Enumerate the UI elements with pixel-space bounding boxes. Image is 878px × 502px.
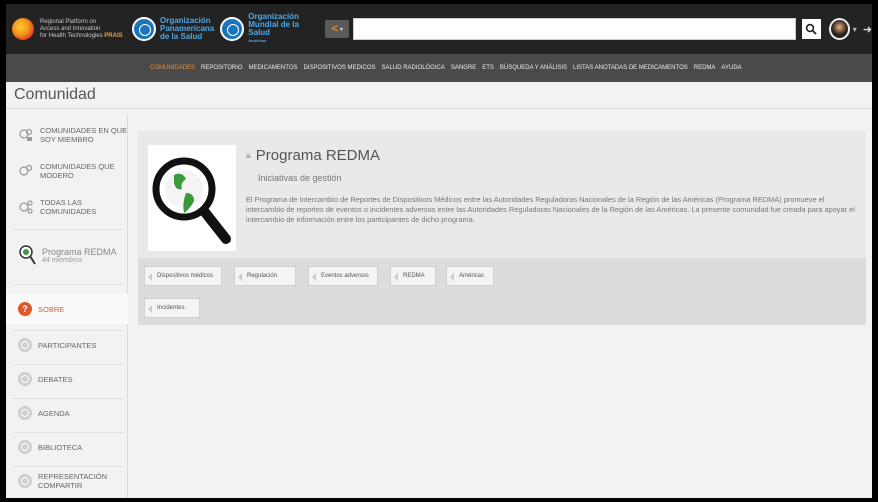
sidebar-item-compartir[interactable]: REPRESENTACIÓN COMPARTIR (6, 472, 128, 490)
sidebar-item-moderated[interactable]: COMUNIDADES QUE MODERO (6, 162, 128, 180)
chevron-down-icon[interactable]: ▾ (853, 25, 857, 34)
who-sub: Américas (248, 38, 267, 43)
community-members: 44 miembros (42, 256, 83, 264)
share-icon: < (331, 23, 338, 35)
sidebar-item-label: PARTICIPANTES (38, 340, 97, 350)
sidebar-item-label: SOBRE (38, 304, 65, 314)
divider (14, 398, 124, 399)
brand-text: Regional Platform on Access and Innovati… (40, 19, 128, 40)
sidebar-item-label: COMUNIDADES EN QUE SOY MIEMBRO (40, 126, 128, 144)
nav-item-redma[interactable]: REDMA (694, 65, 716, 71)
prais-brand[interactable]: Regional Platform on Access and Innovati… (6, 4, 128, 54)
sidebar-item-debates[interactable]: DEBATES (6, 372, 128, 386)
nav-item-repositorio[interactable]: REPOSITORIO (201, 65, 243, 71)
sidebar-item-label: AGENDA (38, 408, 70, 418)
tag-redma[interactable]: REDMA (390, 266, 436, 286)
who-logo[interactable]: Organización Mundial de la Salud América… (220, 13, 317, 45)
sidebar-item-my-communities[interactable]: COMUNIDADES EN QUE SOY MIEMBRO (6, 126, 128, 144)
who-name-line: Mundial de la Salud (248, 20, 299, 37)
tag-regulacion[interactable]: Regulación (234, 266, 296, 286)
divider (14, 466, 124, 467)
who-name: Organización Mundial de la Salud América… (248, 13, 317, 45)
nav-item-salud-radiologica[interactable]: SALUD RADIOLÓGICA (382, 65, 445, 71)
page-title: Comunidad (14, 86, 96, 103)
divider (6, 108, 872, 109)
paho-name-line: de la Salud (160, 32, 203, 41)
sidebar-item-label: DEBATES (38, 374, 73, 384)
sidebar-item-biblioteca[interactable]: BIBLIOTECA (6, 440, 128, 454)
nav-item-medicamentos[interactable]: MEDICAMENTOS (249, 65, 298, 71)
community-info: Programa REDMA 44 miembros (42, 247, 117, 264)
share-button[interactable]: < ▾ (324, 20, 350, 38)
search-input[interactable] (353, 18, 796, 40)
search-icon (806, 23, 818, 35)
debates-icon (18, 372, 32, 386)
divider (14, 364, 124, 365)
avatar[interactable] (828, 18, 850, 40)
communities-icon (19, 200, 33, 214)
sidebar-item-label: TODAS LAS COMUNIDADES (40, 198, 97, 216)
lock-icon: 🔒︎ (246, 150, 251, 160)
question-icon: ? (18, 302, 32, 316)
sidebar-item-label: COMUNIDADES QUE MODERO (40, 162, 115, 180)
tag-incidentes[interactable]: Incidentes. (144, 298, 200, 318)
divider (14, 330, 124, 331)
community-subtitle: Iniciativas de gestión (258, 173, 342, 183)
sidebar-item-all-communities[interactable]: TODAS LAS COMUNIDADES (6, 198, 128, 216)
main-nav: COMUNIDADES REPOSITORIO MEDICAMENTOS DIS… (6, 54, 872, 82)
community-card: 🔒︎ Programa REDMA Iniciativas de gestión… (138, 131, 866, 325)
sidebar-item-label: REPRESENTACIÓN COMPARTIR (38, 472, 108, 490)
sidebar-community-redma[interactable]: Programa REDMA 44 miembros (6, 244, 128, 266)
sidebar: COMUNIDADES EN QUE SOY MIEMBRO COMUNIDAD… (6, 114, 128, 498)
community-title: 🔒︎ Programa REDMA (246, 147, 380, 164)
sidebar-item-sobre[interactable]: ? SOBRE (6, 294, 128, 324)
magnifier-globe-icon (19, 245, 36, 265)
paho-name: Organización Panamericana de la Salud (160, 17, 214, 41)
tag-dispositivos[interactable]: Dispositivos médicos (144, 266, 222, 286)
search-button[interactable] (802, 19, 821, 39)
brand-line-1: Regional Platform on (40, 18, 97, 25)
prais-logo-icon (12, 18, 34, 40)
community-title-text: Programa REDMA (255, 147, 380, 164)
logout-icon[interactable]: ➜ (863, 23, 872, 36)
brand-line-2: Access and Innovation (40, 25, 101, 32)
divider (14, 229, 124, 230)
community-description: El Programa de Intercambio de Reportes d… (246, 195, 855, 224)
tag-eventos[interactable]: Eventos adversos (308, 266, 378, 286)
magnifier-globe-icon (152, 157, 231, 244)
community-name: Programa REDMA (42, 246, 117, 257)
nav-item-sangre[interactable]: SANGRE (451, 65, 476, 71)
communities-icon (19, 164, 33, 176)
community-image (148, 145, 236, 251)
library-icon (18, 440, 32, 454)
divider (14, 432, 124, 433)
participants-icon (18, 338, 32, 352)
nav-item-ayuda[interactable]: AYUDA (721, 65, 741, 71)
nav-item-ets[interactable]: ETS (482, 65, 494, 71)
nav-item-busqueda[interactable]: BÚSQUEDA Y ANÁLISIS (500, 65, 567, 71)
sidebar-item-agenda[interactable]: AGENDA (6, 406, 128, 420)
tag-list: Dispositivos médicos Regulación Eventos … (138, 258, 866, 325)
paho-emblem-icon (132, 17, 156, 41)
nav-item-comunidades[interactable]: COMUNIDADES (150, 65, 195, 71)
who-emblem-icon (220, 17, 245, 41)
nav-item-listas[interactable]: LISTAS ANOTADAS DE MEDICAMENTOS (573, 65, 688, 71)
share-icon (18, 474, 32, 488)
brand-line-3: for Health Technologies (40, 32, 103, 39)
calendar-icon (18, 406, 32, 420)
paho-logo[interactable]: Organización Panamericana de la Salud (132, 17, 214, 41)
tag-americas[interactable]: Américas (446, 266, 494, 286)
communities-icon (19, 128, 33, 141)
top-bar: Regional Platform on Access and Innovati… (6, 4, 872, 54)
brand-plus: PRAIS (104, 32, 123, 39)
nav-item-dispositivos[interactable]: DISPOSITIVOS MEDICOS (304, 65, 376, 71)
divider (14, 284, 124, 285)
sidebar-item-participantes[interactable]: PARTICIPANTES (6, 338, 128, 352)
app-frame: Regional Platform on Access and Innovati… (6, 4, 872, 498)
chevron-down-icon: ▾ (339, 26, 343, 33)
sidebar-item-label: BIBLIOTECA (38, 442, 83, 452)
